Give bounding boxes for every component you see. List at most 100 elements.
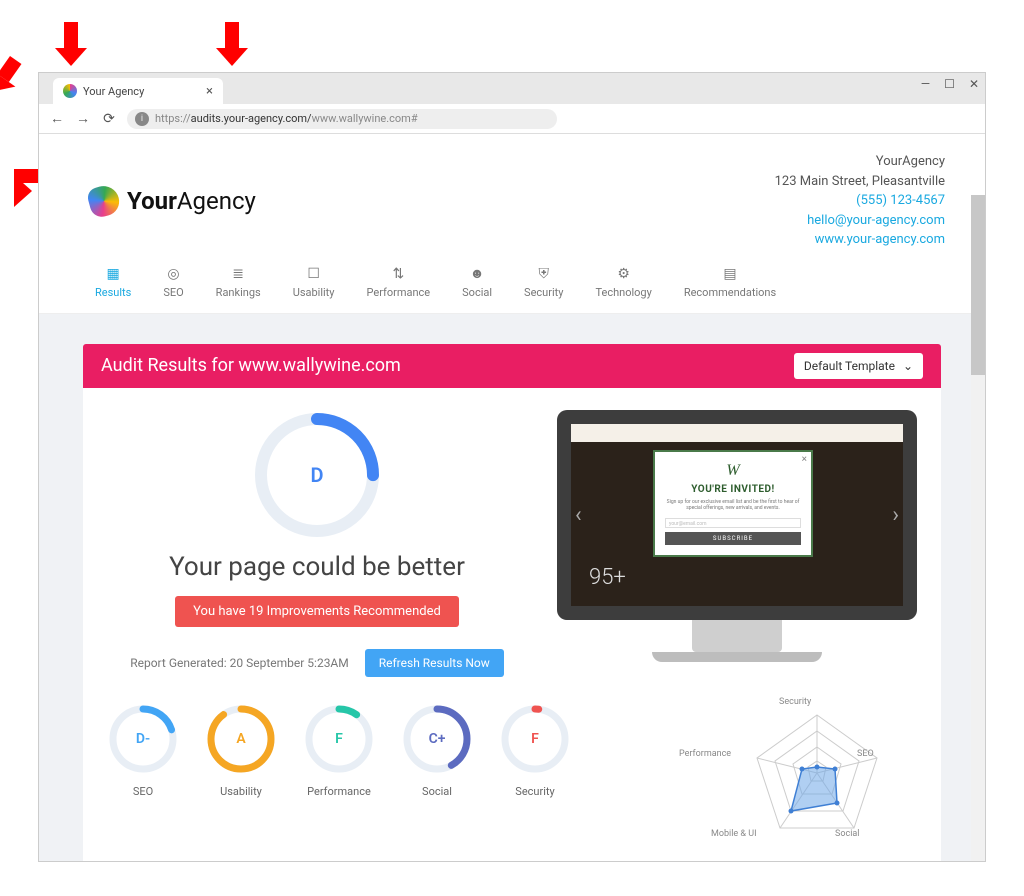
carousel-next-icon: › [892,502,899,527]
tab-title: Your Agency [83,85,144,98]
radar-axis-label: Security [779,697,811,707]
tab-usability[interactable]: ☐ Usability [293,266,335,299]
tab-technology[interactable]: ⚙ Technology [595,266,651,299]
site-info-icon[interactable]: i [135,112,149,126]
grade-ring: F [499,703,571,775]
improvements-badge[interactable]: You have 19 Improvements Recommended [175,596,459,627]
recommendations-icon: ▤ [722,266,738,282]
template-selected: Default Template [804,359,895,373]
tab-seo[interactable]: ◎ SEO [163,266,183,299]
grade-letter: A [205,703,277,775]
tab-label: Recommendations [684,286,776,299]
browser-toolbar: ← → ⟳ i https://audits.your-agency.com/w… [39,104,985,134]
performance-icon: ⇅ [390,266,406,282]
section-tabs: ▦ Results ◎ SEO ≣ Rankings ☐ Usability ⇅ Performa… [39,260,985,314]
category-social: C+ Social [401,703,473,798]
logo-mark-icon [86,182,123,219]
scrollbar[interactable] [971,195,985,861]
category-label: Performance [303,785,375,798]
tab-label: Social [462,286,492,299]
report-generated: Report Generated: 20 September 5:23AM [130,656,349,670]
category-seo: D- SEO [107,703,179,798]
overall-grade-ring: D [252,410,382,540]
browser-tab-strip: Your Agency × — ☐ ✕ [39,73,985,104]
address-bar[interactable]: i https://audits.your-agency.com/www.wal… [127,109,557,129]
window-maximize-icon[interactable]: ☐ [944,77,955,91]
category-usability: A Usability [205,703,277,798]
popup-title: YOU'RE INVITED! [665,484,801,495]
window-minimize-icon[interactable]: — [921,77,930,91]
popup-body: Sign up for our exclusive email list and… [665,499,801,512]
tab-results[interactable]: ▦ Results [95,266,131,299]
logo-text: YourAgency [127,187,256,215]
template-dropdown[interactable]: Default Template ⌄ [794,353,923,379]
back-icon[interactable]: ← [49,110,65,127]
audit-banner: Audit Results for www.wallywine.com Defa… [83,344,941,388]
tab-close-icon[interactable]: × [206,84,213,99]
category-label: Social [401,785,473,798]
agency-contact: YourAgency 123 Main Street, Pleasantvill… [775,152,945,250]
seo-icon: ◎ [165,266,181,282]
reload-icon[interactable]: ⟳ [101,111,117,127]
tab-label: SEO [163,286,183,299]
grade-ring: C+ [401,703,473,775]
browser-tab[interactable]: Your Agency × [53,78,223,104]
carousel-prev-icon: ‹ [575,502,582,527]
tab-social[interactable]: ☻ Social [462,266,492,299]
tab-label: Performance [367,286,431,299]
site-preview: ‹ › × W YOU'RE INVITED! Sign up for our … [557,410,917,677]
tab-security[interactable]: ⛨ Security [524,266,563,299]
category-performance: F Performance [303,703,375,798]
grade-letter: F [499,703,571,775]
audit-title: Audit Results for www.wallywine.com [101,355,401,376]
social-icon: ☻ [469,266,485,282]
tab-performance[interactable]: ⇅ Performance [367,266,431,299]
popup-subscribe-button: SUBSCRIBE [665,532,801,545]
tab-label: Usability [293,286,335,299]
popup-email-input: your@email.com [665,518,801,528]
url-text: https://audits.your-agency.com/www.wally… [155,112,418,125]
category-security: F Security [499,703,571,798]
agency-website[interactable]: www.your-agency.com [775,230,945,250]
agency-phone[interactable]: (555) 123-4567 [775,191,945,211]
tab-label: Technology [595,286,651,299]
overall-grade: D [252,410,382,540]
grade-ring: D- [107,703,179,775]
tab-rankings[interactable]: ≣ Rankings [216,266,261,299]
score-headline: Your page could be better [107,552,527,582]
technology-icon: ⚙ [616,266,632,282]
security-icon: ⛨ [536,266,552,282]
scrollbar-thumb[interactable] [971,195,985,375]
radar-axis-label: SEO [857,749,874,759]
favicon [63,84,77,98]
chevron-down-icon: ⌄ [903,359,913,373]
grade-ring: A [205,703,277,775]
rankings-icon: ≣ [230,266,246,282]
preview-popup: × W YOU'RE INVITED! Sign up for our excl… [653,450,813,557]
window-close-icon[interactable]: ✕ [969,77,979,91]
radar-chart: Security SEO Social Mobile & UI Performa… [717,703,917,843]
category-label: SEO [107,785,179,798]
radar-axis-label: Social [835,829,859,839]
tab-label: Rankings [216,286,261,299]
radar-axis-label: Mobile & UI [711,829,757,839]
tab-recommendations[interactable]: ▤ Recommendations [684,266,776,299]
category-label: Security [499,785,571,798]
forward-icon[interactable]: → [75,110,91,127]
tab-label: Results [95,286,131,299]
refresh-button[interactable]: Refresh Results Now [365,649,504,677]
grade-letter: C+ [401,703,473,775]
usability-icon: ☐ [306,266,322,282]
grade-ring: F [303,703,375,775]
agency-address: 123 Main Street, Pleasantville [775,172,945,192]
agency-name: YourAgency [775,152,945,172]
tab-label: Security [524,286,563,299]
results-icon: ▦ [105,266,121,282]
agency-email[interactable]: hello@your-agency.com [775,211,945,231]
browser-window: Your Agency × — ☐ ✕ ← → ⟳ i https://audi… [38,72,986,862]
popup-close-icon: × [802,454,807,465]
grade-letter: D- [107,703,179,775]
grade-letter: F [303,703,375,775]
category-label: Usability [205,785,277,798]
agency-logo[interactable]: YourAgency [89,152,256,250]
